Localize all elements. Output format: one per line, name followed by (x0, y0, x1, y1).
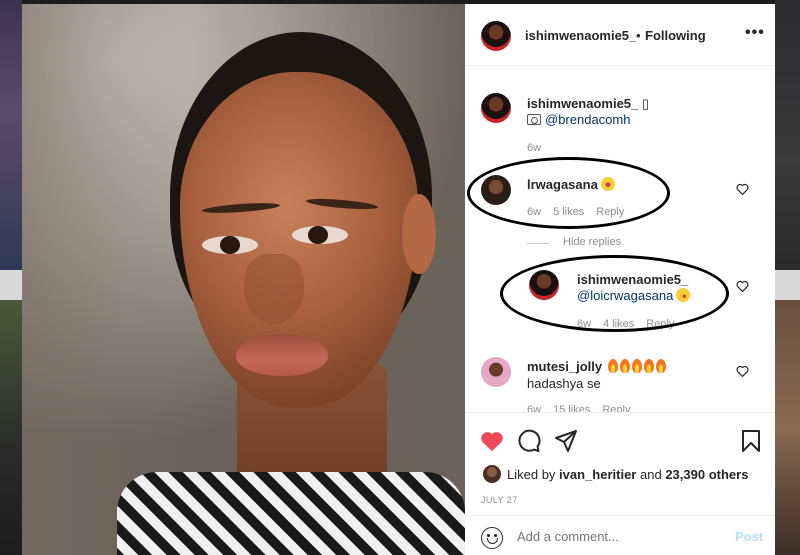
hide-replies-button[interactable]: Hide replies (563, 236, 621, 248)
comment-meta: 6w 15 likes Reply (527, 404, 642, 412)
fire-emoji-icon (619, 359, 630, 373)
separator-dot: • (636, 28, 641, 43)
liker-avatar[interactable] (483, 465, 501, 483)
author-avatar[interactable] (481, 21, 511, 51)
post-header: ishimwenaomie5_ • Following ••• (465, 4, 775, 66)
comment-likes[interactable]: 15 likes (553, 404, 590, 412)
fire-emoji-icon (655, 359, 666, 373)
background-strip (775, 0, 800, 270)
post-comment-button[interactable]: Post (735, 529, 763, 544)
heart-filled-icon[interactable] (480, 430, 504, 452)
comment-input[interactable] (517, 529, 717, 544)
fire-emoji-icon (607, 359, 618, 373)
camera-icon (527, 114, 541, 125)
photo-credit-mention[interactable]: @brendacomh (545, 112, 630, 127)
post-actions: Liked by ivan_heritier and 23,390 others… (465, 412, 775, 555)
comment-username[interactable]: mutesi_jolly (527, 359, 666, 374)
following-button[interactable]: Following (645, 28, 706, 43)
background-strip (775, 270, 800, 300)
hide-replies-line (527, 243, 549, 244)
comment-icon[interactable] (517, 429, 541, 453)
background-strip (0, 0, 22, 270)
share-icon[interactable] (554, 429, 578, 453)
bookmark-icon[interactable] (741, 429, 761, 453)
more-horizontal-icon[interactable]: ••• (745, 24, 765, 42)
liked-by-text: Liked by ivan_heritier and 23,390 others (507, 467, 749, 482)
background-strip (0, 300, 22, 555)
photo-ear (402, 194, 436, 274)
commenter-avatar[interactable] (481, 357, 511, 387)
photo-iris (220, 236, 240, 254)
caption-text: @brendacomh (527, 112, 630, 127)
comment-text: hadashya se (527, 376, 601, 391)
post-date[interactable]: JULY 27 (481, 495, 518, 505)
add-comment-row: Post (465, 515, 775, 555)
annotation-ellipse (467, 157, 670, 229)
caption-username[interactable]: ishimwenaomie5_ ▯ (527, 96, 649, 112)
background-strip (0, 270, 22, 300)
heart-outline-icon[interactable] (736, 183, 749, 195)
caption-age: 6w (527, 142, 542, 154)
photo-nose (244, 254, 304, 324)
post-photo[interactable] (22, 4, 465, 555)
caption-avatar[interactable] (481, 93, 511, 123)
liker-username[interactable]: ivan_heritier (559, 467, 636, 482)
background-strip (775, 300, 800, 555)
others-count[interactable]: 23,390 others (665, 467, 748, 482)
reply-button[interactable]: Reply (602, 404, 630, 412)
comment-age: 6w (527, 404, 542, 412)
fire-emoji-icon (631, 359, 642, 373)
fire-emoji-icon (643, 359, 654, 373)
author-username[interactable]: ishimwenaomie5_ (525, 28, 636, 43)
annotation-ellipse (500, 255, 729, 332)
comments-list[interactable]: ishimwenaomie5_ ▯ @brendacomh 6w lrwagas… (465, 67, 775, 412)
photo-dress (117, 472, 465, 555)
emoji-picker-icon[interactable] (481, 527, 503, 549)
heart-outline-icon[interactable] (736, 280, 749, 292)
photo-lips (236, 334, 328, 376)
post-side-panel: ishimwenaomie5_ • Following ••• ishimwen… (465, 4, 775, 555)
heart-outline-icon[interactable] (736, 365, 749, 377)
photo-eye (292, 226, 348, 244)
photo-eye (202, 236, 258, 254)
photo-iris (308, 226, 328, 244)
